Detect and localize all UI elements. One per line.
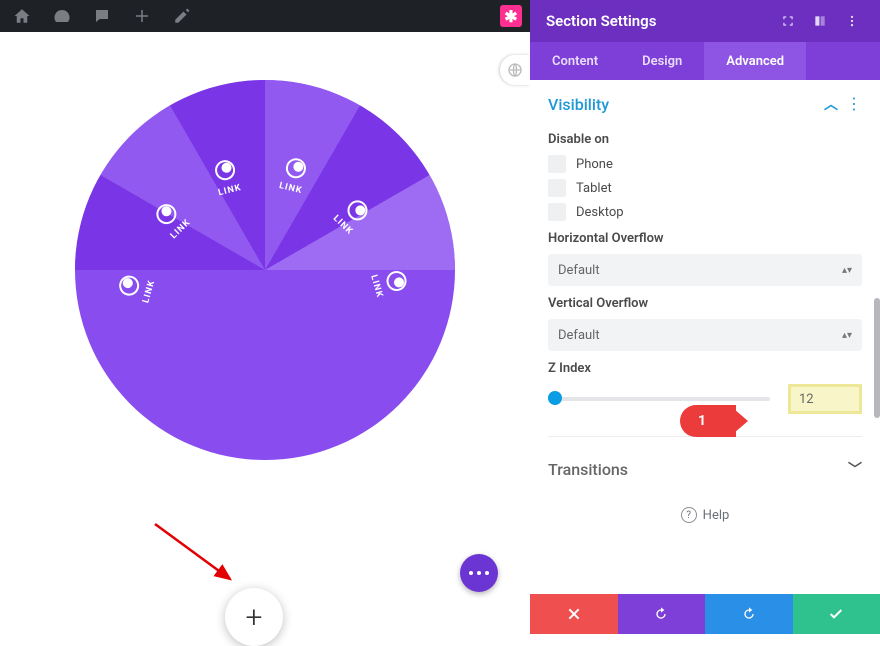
module-options-button[interactable] [460, 554, 498, 592]
group-title: Transitions [548, 460, 628, 479]
cancel-button[interactable] [530, 594, 618, 634]
radial-menu[interactable]: LINK LINK LINK LINK LINK LINK [75, 80, 455, 460]
tab-design[interactable]: Design [620, 42, 704, 80]
settings-panel: Section Settings Content Design Advanced… [530, 0, 880, 634]
checkbox-desktop-label: Desktop [576, 205, 624, 220]
undo-button[interactable] [618, 594, 706, 634]
panel-body: Visibility ︿ ⋮ Disable on Phone Tablet D… [530, 80, 880, 594]
add-section-button[interactable]: + [225, 588, 283, 646]
panel-title: Section Settings [546, 12, 656, 30]
checkbox-tablet-label: Tablet [576, 181, 612, 196]
group-transitions-header[interactable]: Transitions ﹀ [548, 451, 862, 487]
kebab-icon[interactable] [840, 9, 864, 33]
zindex-slider[interactable] [548, 397, 770, 401]
help-link[interactable]: ? Help [548, 487, 862, 543]
pie-icon [117, 273, 142, 298]
disable-on-label: Disable on [548, 132, 862, 147]
h-overflow-select[interactable]: Default ▴▾ [548, 254, 862, 286]
v-overflow-label: Vertical Overflow [548, 296, 862, 311]
scrollbar-thumb[interactable] [874, 298, 880, 418]
panel-footer [530, 594, 880, 634]
annotation-callout-1: 1 [680, 405, 736, 437]
badge-icon[interactable]: ✱ [500, 5, 522, 27]
chevron-down-icon: ﹀ [848, 459, 862, 479]
snap-icon[interactable] [808, 9, 832, 33]
settings-tabs: Content Design Advanced [530, 42, 880, 80]
group-visibility-header[interactable]: Visibility ︿ ⋮ [548, 86, 862, 122]
tab-content[interactable]: Content [530, 42, 620, 80]
admin-topbar: ✱ [0, 0, 530, 32]
expand-icon[interactable] [776, 9, 800, 33]
caret-icon: ▴▾ [842, 330, 852, 341]
panel-header: Section Settings [530, 0, 880, 42]
gauge-icon[interactable] [48, 2, 76, 30]
help-icon: ? [681, 507, 697, 523]
checkbox-tablet[interactable] [548, 179, 566, 197]
pencil-icon[interactable] [168, 2, 196, 30]
caret-icon: ▴▾ [842, 265, 852, 276]
v-overflow-select[interactable]: Default ▴▾ [548, 319, 862, 351]
redo-button[interactable] [705, 594, 793, 634]
help-label: Help [703, 508, 730, 523]
group-title: Visibility [548, 95, 609, 114]
comment-icon[interactable] [88, 2, 116, 30]
home-icon[interactable] [8, 2, 36, 30]
zindex-label: Z Index [548, 361, 862, 376]
select-value: Default [558, 328, 600, 343]
pie-icon [284, 156, 308, 180]
chevron-up-icon: ︿ [824, 94, 838, 114]
slider-thumb[interactable] [548, 391, 562, 405]
checkbox-desktop[interactable] [548, 203, 566, 221]
select-value: Default [558, 263, 600, 278]
annotation-arrow-icon [150, 519, 250, 589]
tab-advanced[interactable]: Advanced [704, 42, 806, 80]
zindex-input[interactable]: 12 [788, 384, 862, 414]
plus-icon[interactable] [128, 2, 156, 30]
save-button[interactable] [793, 594, 880, 634]
checkbox-phone[interactable] [548, 155, 566, 173]
pie-icon [213, 158, 237, 182]
editor-canvas-pane: ✱ LINK LINK LINK LINK LINK LINK + [0, 0, 530, 634]
checkbox-phone-label: Phone [576, 157, 613, 172]
h-overflow-label: Horizontal Overflow [548, 231, 862, 246]
